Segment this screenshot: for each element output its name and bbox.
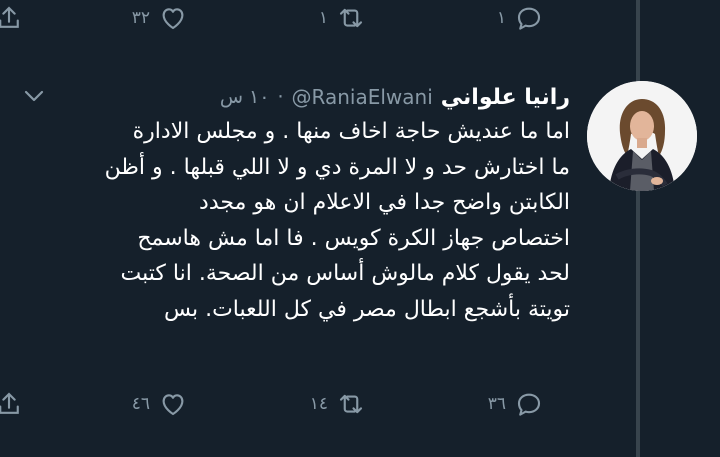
reply-button[interactable]: ٣٦ (488, 384, 544, 424)
thread-line (636, 0, 640, 457)
retweet-icon (339, 8, 363, 28)
tweet-text: اما ما عنديش حاجة اخاف منها . و مجلس الا… (35, 114, 570, 327)
tweet-time[interactable]: ١٠ س (220, 86, 270, 108)
heart-icon (162, 8, 184, 30)
like-count: ٤٦ (131, 394, 150, 414)
header-separator: · (277, 86, 284, 108)
tweet-header: رانيا علواني @RaniaElwani · ١٠ س (20, 80, 570, 114)
tweet-text-line: اختصاص جهاز الكرة كويس . فا اما مش هاسمح (137, 225, 570, 251)
profile-photo (587, 81, 697, 191)
share-button[interactable] (0, 0, 24, 38)
reply-count: ١ (496, 8, 506, 28)
like-count: ٣٢ (131, 8, 150, 28)
like-button[interactable]: ٣٢ (132, 0, 188, 38)
display-name[interactable]: رانيا علواني (441, 85, 570, 110)
retweet-button[interactable]: ١ (319, 0, 366, 38)
tweet-text-line: ما اختارش حد و لا المرة دي و لا اللي قبل… (104, 154, 570, 180)
retweet-button[interactable]: ١٤ (310, 384, 366, 424)
user-handle[interactable]: @RaniaElwani (292, 85, 433, 109)
tweet-text-line: اما ما عنديش حاجة اخاف منها . و مجلس الا… (132, 119, 570, 144)
tweet-text-line: تويتة بأشجع ابطال مصر في كل اللعبات. بس (163, 296, 570, 322)
tweet-text-line: الكابتن واضح جدا في الاعلام ان هو مجدد (199, 190, 570, 215)
share-icon (0, 392, 19, 414)
tweet-text-line: لحد يقول كلام مالوش أساس من الصحة. انا ك… (120, 261, 570, 286)
reply-icon (517, 393, 541, 416)
tweet-action-bar: ٣٦ ١٤ ٤٦ (0, 384, 600, 424)
retweet-count: ١٤ (309, 394, 328, 414)
reply-button[interactable]: ١ (497, 0, 544, 38)
chevron-down-icon (24, 90, 44, 102)
reply-count: ٣٦ (487, 394, 506, 414)
share-button[interactable] (0, 384, 24, 424)
previous-tweet-action-bar: ١ ١ ٣٢ (0, 0, 600, 38)
retweet-count: ١ (318, 8, 328, 28)
retweet-icon (339, 394, 363, 414)
share-icon (0, 6, 19, 28)
like-button[interactable]: ٤٦ (132, 384, 188, 424)
avatar[interactable] (587, 81, 697, 191)
heart-icon (162, 394, 184, 416)
reply-icon (517, 7, 541, 30)
more-options-button[interactable] (22, 86, 46, 106)
